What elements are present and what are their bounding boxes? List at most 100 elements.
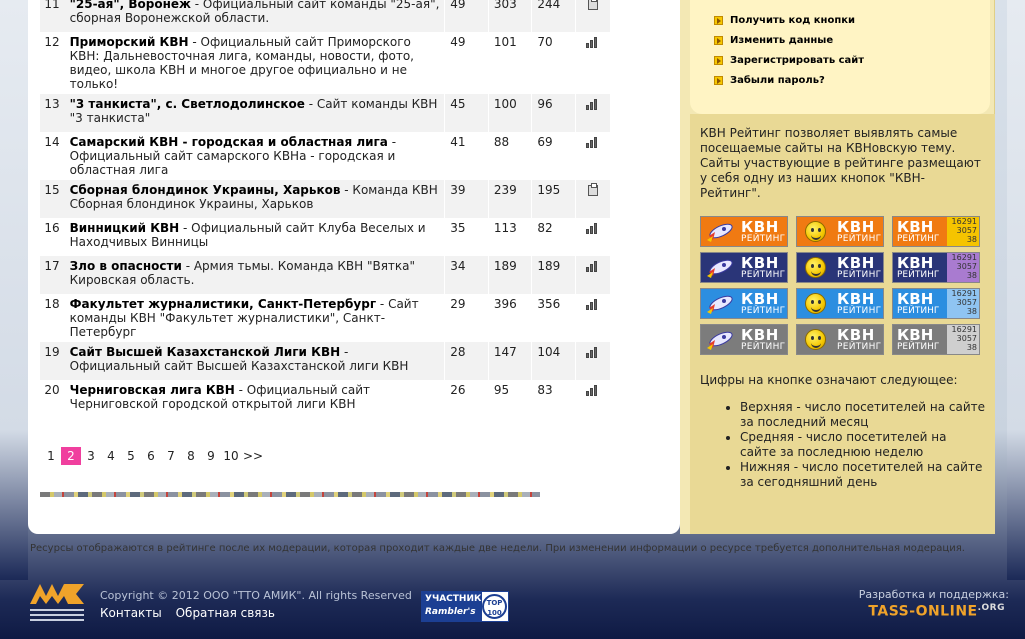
printer-icon[interactable] [587,183,598,196]
row-value-today: 195 [531,180,576,218]
smiley-icon [805,257,826,278]
button-counter: 16291 3057 38 [947,253,979,282]
page-link[interactable]: 7 [161,447,181,465]
next-page-link[interactable]: >> [241,447,265,465]
counter-today: 38 [966,343,977,352]
page-background-right [1007,0,1025,580]
printer-icon[interactable] [587,0,598,10]
rambler-badge-circle: TOP 100 [482,594,507,619]
site-link[interactable]: Сайт Высшей Казахстанской Лиги КВН [70,345,341,359]
button-counter: 16291 3057 38 [947,217,979,246]
page-link[interactable]: 4 [101,447,121,465]
row-stats-cell [575,132,610,180]
bar-chart-icon[interactable] [586,385,599,396]
row-value-month: 34 [444,256,489,294]
smiley-icon [805,329,826,350]
row-stats-cell [575,32,610,94]
row-value-today: 70 [531,32,576,94]
page-link[interactable]: 6 [141,447,161,465]
kvn-rating-button[interactable]: КВН РЕЙТИНГ 16291 3057 38 [892,288,980,319]
kvn-rating-button[interactable]: КВН РЕЙТИНГ [700,288,788,319]
footer-link-feedback[interactable]: Обратная связь [176,606,275,620]
page-link[interactable]: 8 [181,447,201,465]
bar-chart-icon[interactable] [586,261,599,272]
site-link[interactable]: "3 танкиста", с. Светлодолинское [70,97,305,111]
button-subtitle: РЕЙТИНГ [741,270,786,280]
counter-today: 38 [966,307,977,316]
bar-chart-icon[interactable] [586,99,599,110]
button-subtitle: РЕЙТИНГ [837,234,882,244]
row-number: 19 [40,342,66,380]
kvn-rating-button[interactable]: КВН РЕЙТИНГ [796,252,884,283]
bar-chart-icon[interactable] [586,223,599,234]
page-link[interactable]: 2 [61,447,81,465]
page-link[interactable]: 3 [81,447,101,465]
site-link[interactable]: "25-ая", Воронеж [70,0,191,11]
row-value-today: 96 [531,94,576,132]
table-row: 13 "3 танкиста", с. Светлодолинское - Сай… [40,94,610,132]
row-value-month: 49 [444,0,489,32]
table-row: 15 Сборная блондинок Украины, Харьков - К… [40,180,610,218]
sidebar-link[interactable]: Забыли пароль? [714,72,864,92]
kvn-rating-button[interactable]: КВН РЕЙТИНГ [796,288,884,319]
kvn-rating-button[interactable]: КВН РЕЙТИНГ 16291 3057 38 [892,216,980,247]
kvn-rating-button[interactable]: КВН РЕЙТИНГ [700,324,788,355]
kvn-rating-button[interactable]: КВН РЕЙТИНГ [796,324,884,355]
site-link[interactable]: Самарский КВН - городская и областная ли… [70,135,388,149]
bar-chart-icon[interactable] [586,137,599,148]
row-description: Факультет журналистики, Санкт-Петербург … [65,294,446,342]
bar-chart-icon[interactable] [586,37,599,48]
rambler-top100-badge[interactable]: УЧАСТНИК Rambler's TOP 100 [421,591,509,622]
counter-week: 3057 [956,226,977,235]
row-value-week: 189 [488,256,533,294]
rocket-icon [707,223,733,242]
footer-link-contacts[interactable]: Контакты [100,606,162,620]
page-link[interactable]: 9 [201,447,221,465]
rocket-icon [707,295,733,314]
footer-links: Контакты Обратная связь [100,606,285,620]
site-link[interactable]: Винницкий КВН [70,221,180,235]
smiley-icon [805,293,826,314]
counter-week: 3057 [956,334,977,343]
site-link[interactable]: Черниговская лига КВН [70,383,235,397]
moderation-note: Ресурсы отображаются в рейтинге после их… [30,543,965,554]
developer-site-name: TASS-ONLINE [868,603,978,620]
site-link[interactable]: Зло в опасности [70,259,182,273]
kvn-rating-button[interactable]: КВН РЕЙТИНГ [700,252,788,283]
bar-chart-icon[interactable] [586,299,599,310]
rating-description: КВН Рейтинг позволяет выявлять самые пос… [700,126,981,200]
sidebar-link[interactable]: Зарегистрировать сайт [714,52,864,72]
row-value-month: 45 [444,94,489,132]
sidebar-link-label: Изменить данные [730,35,834,46]
page-background-left [0,0,28,580]
row-stats-cell [575,380,610,418]
row-value-today: 244 [531,0,576,32]
row-description: Зло в опасности - Армия тьмы. Команда КВ… [65,256,446,294]
row-value-today: 104 [531,342,576,380]
rocket-icon [707,259,733,278]
kvn-rating-button[interactable]: КВН РЕЙТИНГ [700,216,788,247]
table-row: 16 Винницкий КВН - Официальный сайт Клуба… [40,218,610,256]
sidebar-link[interactable]: Изменить данные [714,32,864,52]
row-description: Сборная блондинок Украины, Харьков - Ком… [65,180,446,218]
page-link[interactable]: 1 [41,447,61,465]
kvn-rating-button[interactable]: КВН РЕЙТИНГ 16291 3057 38 [892,252,980,283]
counter-month: 16291 [951,289,977,298]
developer-label: Разработка и поддержка: [858,588,1009,601]
kvn-rating-button[interactable]: КВН РЕЙТИНГ 16291 3057 38 [892,324,980,355]
table-row: 18 Факультет журналистики, Санкт-Петербур… [40,294,610,342]
page-link[interactable]: 5 [121,447,141,465]
site-link[interactable]: Сборная блондинок Украины, Харьков [70,183,341,197]
developer-link[interactable]: TASS-ONLINE.ORG [868,603,1005,620]
sidebar-link[interactable]: Получить код кнопки [714,12,864,32]
row-number: 14 [40,132,66,180]
amik-logo-icon [30,584,84,621]
row-stats-cell [575,342,610,380]
kvn-rating-button[interactable]: КВН РЕЙТИНГ [796,216,884,247]
site-link[interactable]: Факультет журналистики, Санкт-Петербург [70,297,376,311]
row-value-week: 303 [488,0,533,32]
bar-chart-icon[interactable] [586,347,599,358]
table-row: 19 Сайт Высшей Казахстанской Лиги КВН - О… [40,342,610,380]
site-link[interactable]: Приморский КВН [70,35,189,49]
page-link[interactable]: 10 [221,447,241,465]
